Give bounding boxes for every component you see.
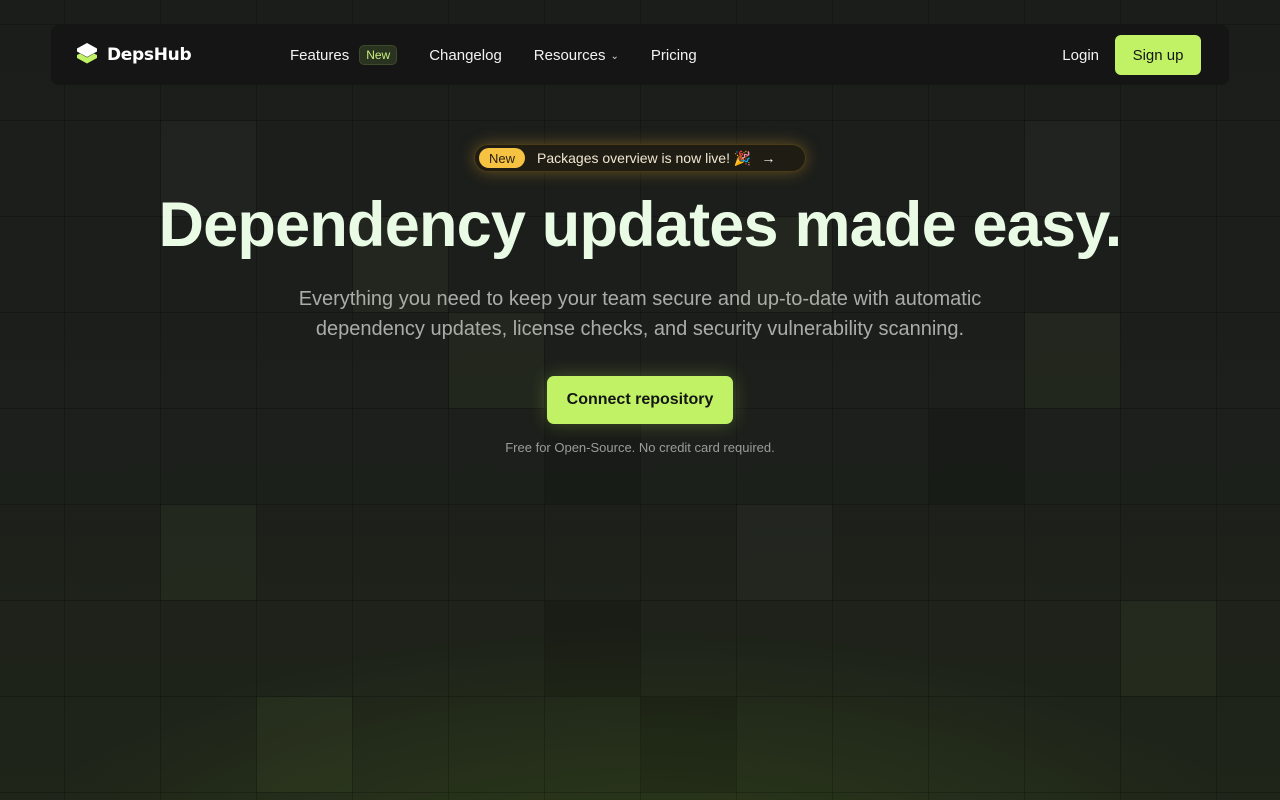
background-tile [1121, 601, 1216, 696]
nav-item-label: Resources [533, 46, 606, 64]
login-link[interactable]: Login [1062, 25, 1099, 85]
layers-logo-icon [77, 43, 97, 64]
background-tile [641, 697, 736, 792]
background-tile [257, 697, 352, 792]
new-badge: New [359, 45, 398, 65]
arrow-right-icon: → [761, 150, 776, 166]
nav-item-pricing[interactable]: Pricing [651, 47, 697, 64]
hero-title: Dependency updates made easy. [158, 190, 1122, 260]
announcement-text: Packages overview is now live! 🎉 [537, 149, 752, 166]
signup-button[interactable]: Sign up [1115, 35, 1201, 75]
nav-item-changelog[interactable]: Changelog [429, 47, 502, 64]
hero-subtitle: Everything you need to keep your team se… [298, 288, 982, 340]
background-tile [929, 409, 1024, 504]
nav-links: Features New Changelog Resources ⌄ Prici… [290, 25, 697, 85]
chevron-down-icon: ⌄ [610, 50, 619, 62]
background-tile [545, 601, 640, 696]
brand-logo[interactable]: DepsHub [75, 42, 192, 68]
nav-item-features[interactable]: Features New [290, 45, 398, 65]
nav-item-label: Changelog [429, 46, 502, 64]
nav-item-label: Pricing [650, 46, 697, 64]
hero-note: Free for Open-Source. No credit card req… [505, 440, 775, 455]
brand-name: DepsHub [107, 45, 192, 65]
announcement-banner[interactable]: New Packages overview is now live! 🎉 → [474, 144, 806, 172]
nav-item-label: Features [290, 46, 350, 64]
connect-repository-button[interactable]: Connect repository [547, 376, 733, 424]
background-tile [1025, 313, 1120, 408]
top-navbar: DepsHub Features New Changelog Resources… [51, 25, 1229, 85]
background-tile [161, 505, 256, 600]
announcement-new-badge: New [479, 148, 526, 168]
nav-item-resources[interactable]: Resources ⌄ [534, 47, 619, 64]
background-tile [737, 505, 832, 600]
